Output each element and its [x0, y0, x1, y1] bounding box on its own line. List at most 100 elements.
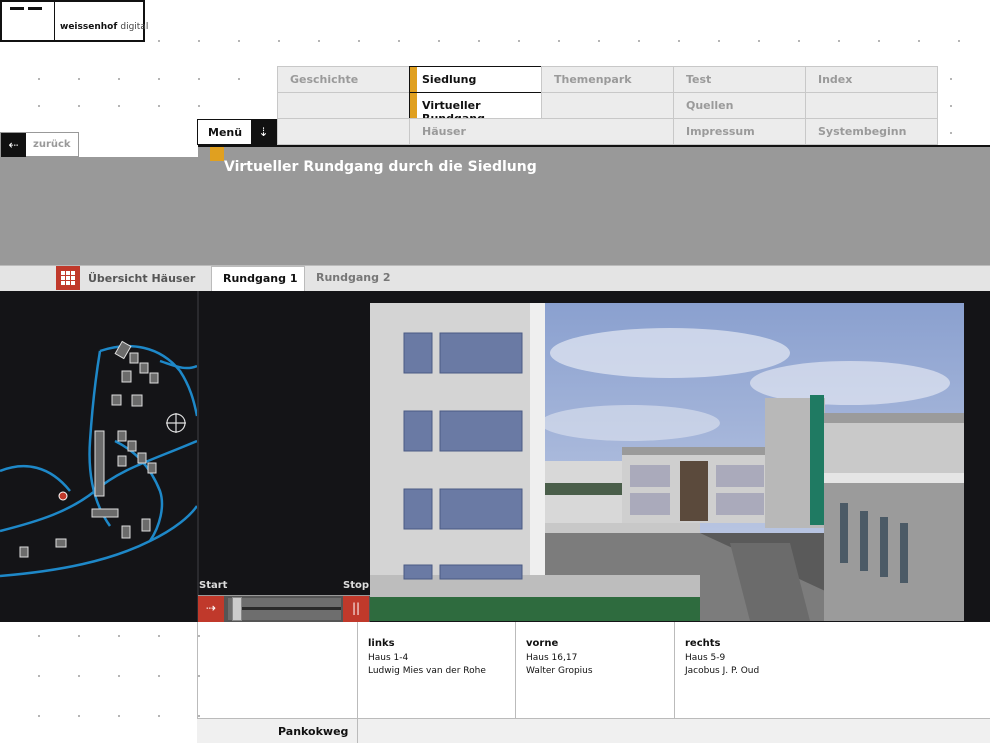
background-dot	[950, 105, 952, 107]
scene-render	[370, 303, 964, 621]
menu-button[interactable]: Menü ⇣	[197, 119, 277, 145]
map-road	[99, 344, 197, 417]
background-dot	[158, 675, 160, 677]
tab-rundgang-1[interactable]: Rundgang 1	[211, 266, 305, 291]
page-title: Virtueller Rundgang durch die Siedlung	[224, 159, 537, 175]
progress-slider-handle[interactable]	[232, 597, 243, 621]
info-architect: Ludwig Mies van der Rohe	[368, 666, 486, 676]
arrow-down-icon: ⇣	[251, 120, 276, 145]
info-houses: Haus 5-9	[685, 653, 726, 663]
background-dot	[198, 78, 200, 80]
background-dot	[118, 715, 120, 717]
logo-bar	[10, 7, 24, 10]
start-button[interactable]: ⇢	[198, 596, 224, 622]
title-band: Virtueller Rundgang durch die Siedlung	[198, 145, 990, 265]
walkthrough-viewport[interactable]	[370, 303, 964, 621]
info-heading: links	[368, 638, 395, 649]
background-dot	[358, 40, 360, 42]
background-dot	[878, 40, 880, 42]
background-dot	[118, 635, 120, 637]
info-houses: Haus 16,17	[526, 653, 578, 663]
divider	[357, 718, 358, 743]
nav-test[interactable]: Test	[673, 66, 806, 93]
background-dot	[198, 40, 200, 42]
nav-empty	[541, 92, 674, 119]
background-dot	[638, 40, 640, 42]
map-road	[159, 359, 197, 370]
map-house	[117, 455, 127, 467]
info-houses: Haus 1-4	[368, 653, 409, 663]
background-dot	[78, 78, 80, 80]
pause-icon: ||	[351, 601, 361, 615]
nav-geschichte[interactable]: Geschichte	[277, 66, 410, 93]
background-dot	[38, 78, 40, 80]
progress-groove	[236, 607, 341, 610]
nav-virtueller-rundgang[interactable]: Virtueller Rundgang	[409, 92, 542, 125]
back-label: zurück	[33, 139, 71, 150]
background-dot	[238, 78, 240, 80]
map-house	[121, 525, 131, 539]
background-dot	[950, 132, 952, 134]
progress-track[interactable]	[228, 598, 341, 620]
map-house	[91, 508, 119, 518]
overview-houses-link[interactable]: Übersicht Häuser	[88, 272, 195, 285]
start-label: Start	[199, 580, 228, 591]
map-house	[127, 440, 137, 452]
nav-quellen[interactable]: Quellen	[673, 92, 806, 119]
street-name: Pankokweg	[278, 725, 349, 738]
background-dot	[38, 675, 40, 677]
background-dot	[598, 40, 600, 42]
background-dot	[398, 40, 400, 42]
logo-bar	[28, 7, 42, 10]
background-dot	[118, 105, 120, 107]
map-house	[121, 370, 132, 383]
back-button[interactable]: ⇠ zurück	[0, 132, 79, 158]
info-heading: vorne	[526, 638, 559, 649]
nav-impressum[interactable]: Impressum	[673, 118, 806, 145]
background-dot	[158, 635, 160, 637]
background-dot	[78, 635, 80, 637]
background-dot	[958, 40, 960, 42]
nav-empty	[805, 92, 938, 119]
map-house	[117, 430, 127, 442]
background-dot	[278, 40, 280, 42]
compass-icon	[166, 413, 186, 433]
background-dot	[158, 715, 160, 717]
map-house	[139, 362, 149, 374]
background-dot	[438, 40, 440, 42]
tab-rundgang-2[interactable]: Rundgang 2	[306, 266, 400, 291]
grid-icon[interactable]	[56, 266, 80, 290]
background-dot	[918, 40, 920, 42]
info-heading: rechts	[685, 638, 721, 649]
info-right: rechts Haus 5-9 Jacobus J. P. Oud	[674, 622, 990, 718]
background-dot	[838, 40, 840, 42]
map-house	[129, 352, 139, 364]
background-dot	[38, 635, 40, 637]
brand-logo[interactable]: weissenhof digital	[0, 0, 149, 42]
map-house	[137, 452, 147, 464]
nav-siedlung[interactable]: Siedlung	[409, 66, 542, 93]
brand-name: weissenhof digital	[60, 22, 149, 32]
site-map[interactable]	[0, 291, 197, 595]
nav-themenpark[interactable]: Themenpark	[541, 66, 674, 93]
map-house	[114, 340, 132, 360]
info-architect: Walter Gropius	[526, 666, 593, 676]
background-dot	[950, 78, 952, 80]
background-dot	[318, 40, 320, 42]
nav-systembeginn[interactable]: Systembeginn	[805, 118, 938, 145]
arrow-left-icon: ⇠	[1, 133, 26, 158]
info-architect: Jacobus J. P. Oud	[685, 666, 760, 676]
nav-haeuser[interactable]: Häuser	[409, 118, 674, 145]
background-dot	[78, 105, 80, 107]
stop-label: Stop	[343, 580, 370, 591]
map-house	[141, 518, 151, 532]
background-dot	[158, 105, 160, 107]
map-road	[0, 464, 71, 492]
stop-button[interactable]: ||	[343, 596, 369, 622]
title-marker	[210, 147, 224, 161]
nav-index[interactable]: Index	[805, 66, 938, 93]
current-position-marker	[58, 491, 68, 501]
background-dot	[238, 40, 240, 42]
selected-marker	[410, 93, 417, 118]
background-dot	[158, 40, 160, 42]
